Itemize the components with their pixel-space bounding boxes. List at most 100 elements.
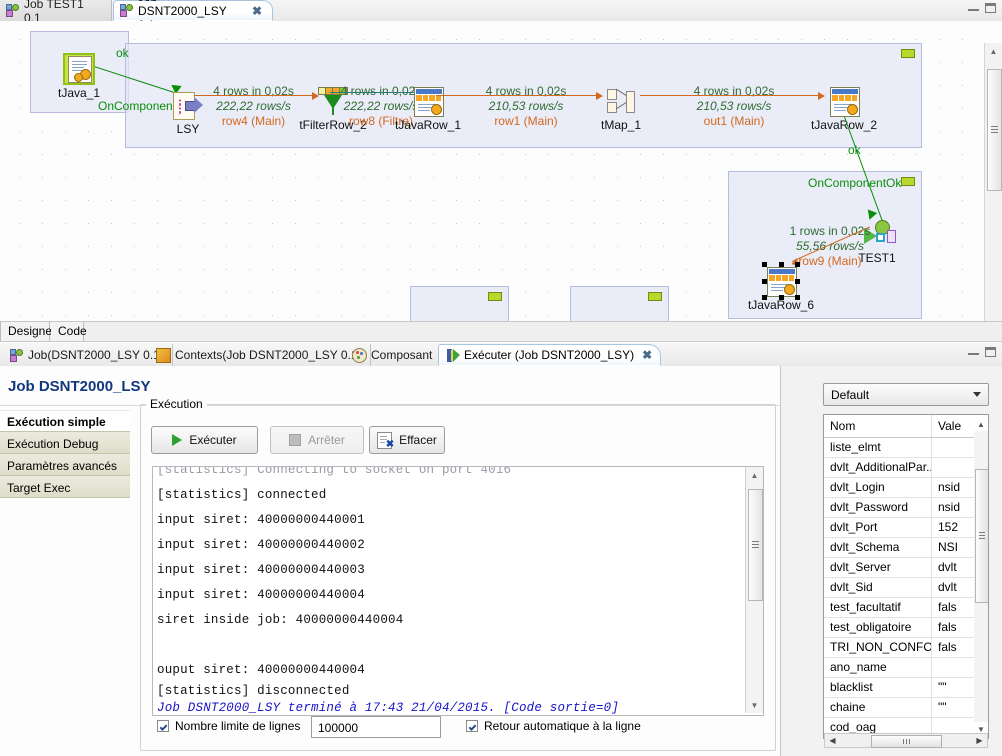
subjob-collapse-icon[interactable] (488, 292, 502, 301)
table-row[interactable]: test_obligatoire fals (824, 618, 988, 638)
component-label: tMap_1 (600, 118, 642, 132)
table-row[interactable]: dvlt_Password nsid (824, 498, 988, 518)
left-tab-execution-debug[interactable]: Exécution Debug (0, 432, 130, 454)
wrap-checkbox[interactable] (466, 720, 478, 732)
line-limit-input[interactable]: 100000 (311, 716, 441, 738)
context-table-vertical-scrollbar[interactable]: ▲ ▼ (974, 420, 988, 734)
subjob-box-bottom-2[interactable] (570, 286, 669, 321)
table-row[interactable]: dvlt_AdditionalPar... (824, 458, 988, 478)
column-header-nom[interactable]: Nom (824, 415, 932, 437)
canvas-grid[interactable]: ok OnComponentOk tJava_1 ;; LSY 4 rows i… (0, 21, 978, 321)
stop-button[interactable]: Arrêter (270, 426, 364, 454)
console-line: input siret: 40000000440001 (157, 513, 365, 527)
subjob-box-bottom-1[interactable] (410, 286, 509, 321)
cell-name: ano_name (824, 658, 932, 677)
tab-composant[interactable]: Composant (344, 344, 442, 366)
canvas-vertical-scrollbar[interactable]: ▲ ▼ (984, 43, 1002, 321)
line-limit-checkbox[interactable] (157, 720, 169, 732)
close-icon[interactable]: ✖ (642, 348, 652, 362)
table-row[interactable]: dvlt_Server dvlt (824, 558, 988, 578)
table-row[interactable]: dvlt_Schema NSI (824, 538, 988, 558)
table-row[interactable]: TRI_NON_CONFO... fals (824, 638, 988, 658)
console-output[interactable]: [statistics] Connecting to socket on por… (152, 466, 764, 716)
scroll-down-icon[interactable]: ▼ (746, 697, 763, 713)
scroll-right-icon[interactable]: ▶ (973, 735, 986, 746)
run-button[interactable]: Exécuter (151, 426, 258, 454)
cell-name: TRI_NON_CONFO... (824, 638, 932, 657)
component-tjavarow-1[interactable]: tJavaRow_1 (390, 85, 466, 132)
context-variables-table[interactable]: Nom Vale liste_elmt dvlt_AdditionalPar..… (823, 414, 989, 739)
component-tjavarow-6[interactable]: tJavaRow_6 (743, 262, 819, 312)
scroll-up-icon[interactable]: ▲ (746, 467, 763, 483)
table-row[interactable]: chaine "" (824, 698, 988, 718)
tmap-icon (605, 85, 637, 117)
table-row[interactable]: dvlt_Sid dvlt (824, 578, 988, 598)
column-header-valeur[interactable]: Vale (932, 415, 973, 437)
contexts-icon (156, 347, 171, 363)
minimize-icon[interactable] (968, 6, 979, 11)
left-tab-parametres-avances[interactable]: Paramètres avancés (0, 454, 130, 476)
cell-name: dvlt_Password (824, 498, 932, 517)
job-icon (10, 348, 24, 362)
maximize-icon[interactable] (985, 347, 996, 357)
left-tab-label: Paramètres avancés (7, 459, 118, 473)
cell-value: NSI (938, 540, 959, 554)
table-row[interactable]: blacklist "" (824, 678, 988, 698)
table-row[interactable]: dvlt_Port 152 (824, 518, 988, 538)
cell-name: test_facultatif (824, 598, 932, 617)
cell-name: dvlt_AdditionalPar... (824, 458, 932, 477)
job-designer-canvas[interactable]: ok OnComponentOk tJava_1 ;; LSY 4 rows i… (0, 21, 1002, 321)
wrap-option[interactable]: Retour automatique à la ligne (466, 719, 641, 733)
scroll-up-icon[interactable]: ▲ (974, 417, 988, 431)
flow-link-label-row1: 4 rows in 0,02s 210,53 rows/s row1 (Main… (485, 84, 567, 128)
tab-label: Exécuter (Job DSNT2000_LSY) (464, 348, 635, 362)
console-line: siret inside job: 40000000440004 (157, 613, 404, 627)
left-tab-execution-simple[interactable]: Exécution simple (0, 410, 130, 432)
close-icon[interactable]: ✖ (252, 4, 262, 18)
chevron-down-icon[interactable] (973, 392, 981, 397)
editor-tab-job-test1[interactable]: Job TEST1 0.1 (0, 0, 112, 25)
component-tmap-1[interactable]: tMap_1 (583, 85, 659, 132)
table-row[interactable]: dvlt_Login nsid (824, 478, 988, 498)
flow-link-out1[interactable] (640, 95, 820, 96)
cell-value: fals (938, 600, 957, 614)
cell-name: dvlt_Server (824, 558, 932, 577)
left-tab-target-exec[interactable]: Target Exec (0, 476, 130, 498)
table-row[interactable]: ano_name (824, 658, 988, 678)
tab-code[interactable]: Code (51, 322, 87, 341)
scroll-left-icon[interactable]: ◀ (826, 735, 839, 746)
component-label: tJavaRow_6 (747, 298, 815, 312)
flow-link-row1[interactable] (436, 95, 598, 96)
cell-name: dvlt_Sid (824, 578, 932, 597)
context-selector[interactable]: Default (823, 383, 989, 406)
left-tab-label: Target Exec (7, 481, 71, 495)
editor-tab-job-dsnt2000-lsy[interactable]: Job DSNT2000_LSY 0.1 ✖ (113, 0, 273, 32)
scrollbar-thumb[interactable] (871, 735, 942, 748)
line-limit-option[interactable]: Nombre limite de lignes (157, 719, 300, 733)
scrollbar-thumb[interactable] (987, 69, 1002, 191)
left-tab-label: Exécution Debug (7, 437, 99, 451)
scrollbar-thumb[interactable] (975, 469, 988, 603)
subjob-collapse-icon[interactable] (901, 49, 915, 58)
component-tjavarow-2[interactable]: tJavaRow_2 (806, 85, 882, 132)
tab-contexts[interactable]: Contexts(Job DSNT2000_LSY 0.1) (148, 344, 371, 366)
scrollbar-thumb[interactable] (748, 489, 763, 601)
tab-designer[interactable]: Designer (0, 322, 56, 341)
subjob-collapse-icon[interactable] (901, 177, 915, 186)
cell-name: chaine (824, 698, 932, 717)
table-row[interactable]: liste_elmt (824, 438, 988, 458)
console-vertical-scrollbar[interactable]: ▲ ▼ (745, 467, 763, 713)
tab-executer[interactable]: Exécuter (Job DSNT2000_LSY) ✖ (438, 344, 662, 366)
cell-name: dvlt_Port (824, 518, 932, 537)
left-tab-label: Exécution simple (7, 415, 106, 429)
minimize-icon[interactable] (968, 350, 979, 355)
scroll-up-icon[interactable]: ▲ (985, 43, 1002, 60)
maximize-icon[interactable] (985, 3, 996, 13)
clear-button[interactable]: ✖ Effacer (369, 426, 445, 454)
component-tjava-1[interactable]: tJava_1 (41, 53, 117, 100)
editor-tab-bar: Job TEST1 0.1 Job DSNT2000_LSY 0.1 ✖ (0, 0, 1002, 32)
context-table-horizontal-scrollbar[interactable]: ◀ ▶ (824, 733, 988, 748)
table-row[interactable]: test_facultatif fals (824, 598, 988, 618)
subjob-collapse-icon[interactable] (648, 292, 662, 301)
